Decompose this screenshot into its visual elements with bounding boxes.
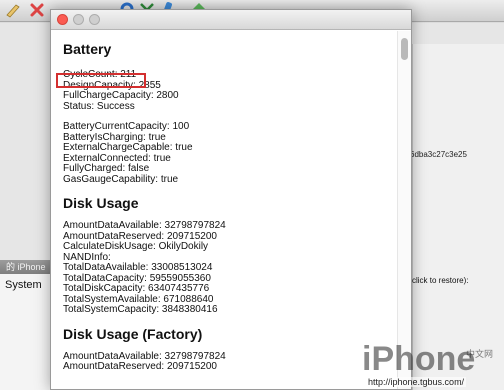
gas-gauge-capability-line: GasGaugeCapability: true	[63, 173, 179, 185]
amount-data-available-line: AmountDataAvailable: 32798797824	[63, 220, 226, 231]
delete-icon[interactable]	[28, 1, 46, 19]
watermark-chinese-text: 中文网	[466, 349, 494, 359]
watermark-url: http://iphone.tgbus.com/	[366, 377, 467, 387]
battery-title: Battery	[63, 41, 112, 57]
fully-charged-line: FullyCharged: false	[63, 163, 150, 174]
cycle-count-highlight	[56, 73, 146, 88]
status-line: Status: Success	[63, 100, 135, 112]
diagnostics-window: Battery CycleCount: 211 DesignCapacity: …	[50, 9, 412, 390]
full-charge-capacity-line: FullChargeCapacity: 2800	[63, 90, 179, 101]
background-sidebar	[0, 274, 54, 390]
total-disk-capacity-line: TotalDiskCapacity: 63407435776	[63, 283, 210, 294]
watermark-logo: iPhone	[362, 340, 476, 378]
factory-amount-data-reserved-line: AmountDataReserved: 209715200	[63, 361, 217, 372]
scrollbar-thumb[interactable]	[401, 38, 408, 60]
background-detail-panel	[412, 44, 504, 390]
battery-current-capacity-line: BatteryCurrentCapacity: 100	[63, 121, 190, 132]
background-device-header: 的 iPhone	[0, 260, 54, 274]
zoom-button[interactable]	[89, 14, 100, 25]
background-hash-text: 6dba3c27c3e25	[410, 150, 467, 159]
pencil-icon[interactable]	[4, 1, 22, 19]
vertical-scrollbar[interactable]	[397, 31, 411, 389]
disk-usage-title: Disk Usage	[63, 195, 139, 211]
window-titlebar[interactable]	[51, 10, 411, 30]
minimize-button[interactable]	[73, 14, 84, 25]
close-button[interactable]	[57, 14, 68, 25]
calculate-disk-usage-line: CalculateDiskUsage: OkilyDokily	[63, 241, 209, 252]
disk-usage-factory-title: Disk Usage (Factory)	[63, 325, 203, 342]
external-charge-capable-line: ExternalChargeCapable: true	[63, 142, 193, 153]
total-system-capacity-line: TotalSystemCapacity: 3848380416	[63, 304, 218, 315]
background-sidebar-item-system[interactable]: System	[5, 279, 42, 291]
background-restore-hint: click to restore):	[412, 276, 469, 285]
total-data-available-line: TotalDataAvailable: 33008513024	[63, 262, 213, 273]
